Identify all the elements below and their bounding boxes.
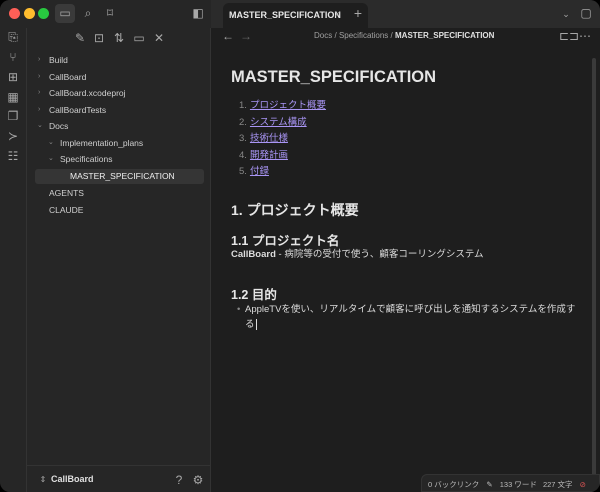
tab-master-specification[interactable]: MASTER_SPECIFICATION × [223,3,368,28]
toc-link[interactable]: 開発計画 [250,150,288,161]
sidebar-toggle-icon[interactable]: ◧ [190,6,206,20]
right-sidebar-toggle-icon[interactable]: ▢ [578,6,594,20]
tab-label: MASTER_SPECIFICATION [229,10,341,20]
vault-switcher-icon[interactable]: ⇕ [35,473,51,487]
minimize-window-button[interactable] [24,8,35,19]
tree-item-folder[interactable]: › Build [35,52,68,68]
settings-gear-icon[interactable]: ⚙ [190,473,206,487]
open-switcher-icon[interactable]: ⎘ [5,30,21,44]
vault-name[interactable]: CallBoard [51,474,94,484]
new-note-icon[interactable]: ✎ [72,31,88,45]
tree-item-file[interactable]: CLAUDE [49,202,83,218]
table-of-contents: 1. プロジェクト概要 2. システム構成 3. 技術仕様 4. 開発計画 5. 付録 [231,97,576,180]
search-icon[interactable]: ⌕ [80,6,96,20]
tree-item-folder[interactable]: › CallBoardTests [35,102,106,118]
breadcrumb-specifications[interactable]: Specifications [339,31,388,40]
toc-item: 2. システム構成 [239,116,307,128]
word-count: 133 ワード [499,480,537,489]
close-tab-icon[interactable]: × [335,9,340,19]
breadcrumb-current: MASTER_SPECIFICATION [395,31,495,40]
close-icon[interactable]: ✕ [151,31,167,45]
scrollbar[interactable] [592,58,596,488]
collapse-all-icon[interactable]: ▭ [131,31,147,45]
vault-footer: ⇕ CallBoard ? ⚙ [27,465,211,492]
edit-mode-pencil-icon[interactable]: ✎ [486,480,492,489]
toc-item: 5. 付録 [239,166,269,178]
new-folder-icon[interactable]: ⊡ [91,31,107,45]
tree-item-folder[interactable]: › CallBoard [35,69,86,85]
calendar-icon[interactable]: ▦ [5,90,21,104]
terminal-icon[interactable]: ≻ [5,129,21,143]
backlinks-count[interactable]: 0 バックリンク [428,480,479,489]
tree-item-file[interactable]: AGENTS [49,185,84,201]
heading-3: 1.2 目的 [231,287,277,302]
bookmark-icon[interactable]: ⌑ [102,6,118,20]
tasks-icon[interactable]: ☷ [5,149,21,163]
close-window-button[interactable] [9,8,20,19]
more-options-icon[interactable]: ⋯ [577,29,593,43]
toc-item: 1. プロジェクト概要 [239,100,326,111]
tree-item-folder[interactable]: ⌄ Specifications [45,151,112,167]
tree-item-folder[interactable]: ⌄ Docs [35,118,68,134]
toc-link[interactable]: システム構成 [250,117,307,128]
templates-icon[interactable]: ❐ [5,109,21,123]
tab-list-chevron-icon[interactable]: ⌄ [558,7,574,21]
canvas-icon[interactable]: ⊞ [5,70,21,84]
char-count: 227 文字 [542,480,573,489]
file-explorer: ✎ ⊡ ⇅ ▭ ✕ › Build › CallBoard › CallBoard.x… [27,28,211,492]
bullet-item: AppleTVを使い、リアルタイムで顧客に呼び出しを通知するシステムを作成する [231,302,576,332]
new-tab-button[interactable]: + [350,6,366,20]
heading-2: 1. プロジェクト概要 [231,201,359,218]
heading-3: 1.1 プロジェクト名 [231,233,340,248]
ribbon: ⎘ ⑂ ⊞ ▦ ❐ ≻ ☷ [0,28,27,492]
document-title: MASTER_SPECIFICATION [231,68,437,86]
document-content[interactable]: MASTER_SPECIFICATION 1. プロジェクト概要 2. システム構成… [231,68,576,332]
tree-item-folder[interactable]: ⌄ Implementation_plans [45,135,143,151]
paragraph: CallBoard - 病院等の受付で使う、顧客コーリングシステム [231,248,484,260]
breadcrumb-docs[interactable]: Docs [314,31,332,40]
sync-disabled-icon[interactable]: ⊘ [580,480,586,489]
toc-item: 4. 開発計画 [239,149,288,161]
help-icon[interactable]: ? [171,473,187,487]
status-bar: 0 バックリンク ✎ 133 ワード 227 文字 ⊘ [421,474,600,492]
reading-view-icon[interactable]: ⊏⊐ [559,29,579,43]
tree-item-file-active[interactable]: MASTER_SPECIFICATION [70,168,175,184]
forward-arrow-icon[interactable]: → [238,29,254,43]
maximize-window-button[interactable] [38,8,49,19]
app-window: ▭ ⌕ ⌑ ◧ MASTER_SPECIFICATION × + ⌄ ▢ ⎘ ⑂ … [0,0,600,492]
tree-item-folder[interactable]: › CallBoard.xcodeproj [35,85,126,101]
toc-link[interactable]: プロジェクト概要 [250,100,326,111]
toc-link[interactable]: 技術仕様 [250,133,288,144]
file-explorer-icon[interactable]: ▭ [55,4,75,23]
back-arrow-icon[interactable]: ← [220,29,236,43]
graph-view-icon[interactable]: ⑂ [5,50,21,64]
toc-link[interactable]: 付録 [250,166,269,177]
title-bar: ▭ ⌕ ⌑ ◧ MASTER_SPECIFICATION × + ⌄ ▢ [0,0,600,28]
breadcrumb: Docs / Specifications / MASTER_SPECIFICA… [314,31,495,40]
toc-item: 3. 技術仕様 [239,133,288,145]
editor-pane: ← → Docs / Specifications / MASTER_SPECI… [211,28,600,492]
sort-icon[interactable]: ⇅ [111,31,127,45]
